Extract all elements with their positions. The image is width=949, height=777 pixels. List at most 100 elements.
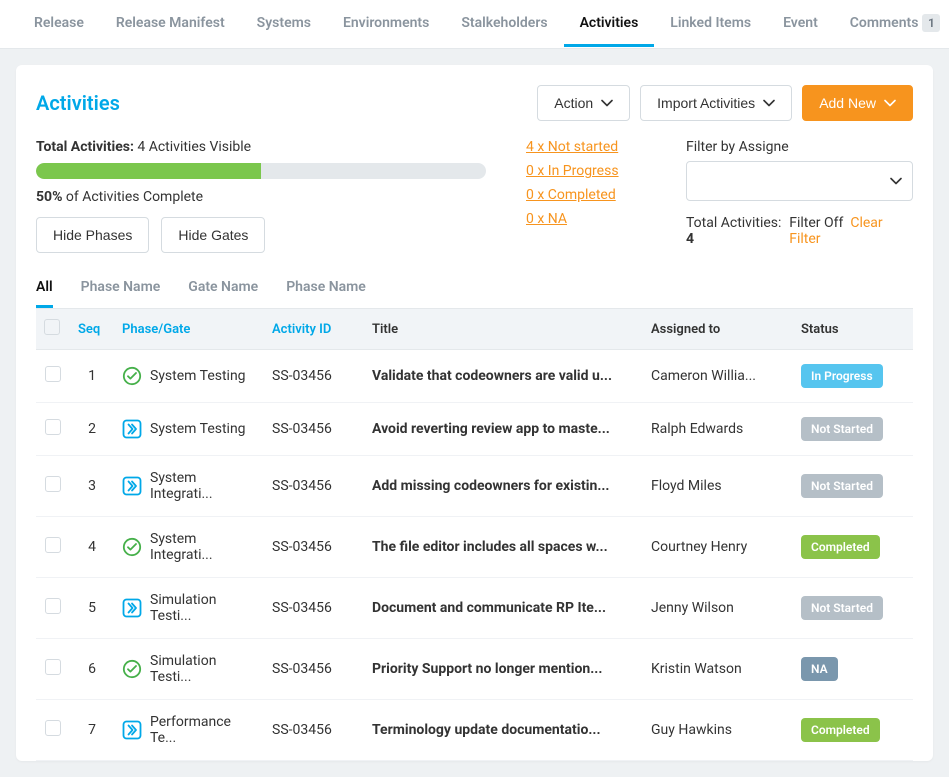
cell-assigned: Jenny Wilson: [643, 578, 793, 639]
check-circle-icon: [122, 366, 142, 386]
cell-activity-id: SS-03456: [264, 578, 364, 639]
table-row[interactable]: 1System TestingSS-03456Validate that cod…: [36, 350, 913, 403]
cell-seq: 7: [70, 700, 114, 761]
select-all-checkbox[interactable]: [44, 319, 60, 335]
status-badge: In Progress: [801, 364, 883, 388]
chevron-down-icon: [601, 99, 613, 107]
tab-event[interactable]: Event: [767, 1, 834, 47]
activities-table: Seq Phase/Gate Activity ID Title Assigne…: [36, 309, 913, 761]
cell-seq: 5: [70, 578, 114, 639]
status-badge: Not Started: [801, 474, 883, 498]
cell-assigned: Cameron Willia...: [643, 350, 793, 403]
status-filter-link[interactable]: 0 x Completed: [526, 187, 646, 203]
total-activities-line: Total Activities: 4 Activities Visible: [36, 139, 486, 155]
assignee-filter-select[interactable]: [686, 161, 913, 201]
header-status[interactable]: Status: [793, 309, 913, 350]
panel-title: Activities: [36, 91, 120, 115]
filter-bottom: Total Activities: 4 Filter Off Clear Fil…: [686, 215, 913, 247]
row-checkbox[interactable]: [45, 659, 61, 675]
header-seq[interactable]: Seq: [70, 309, 114, 350]
row-checkbox[interactable]: [45, 419, 61, 435]
phase-label: Performance Te...: [150, 714, 256, 746]
filter-off-label: Filter Off: [789, 215, 843, 231]
row-checkbox[interactable]: [45, 366, 61, 382]
cell-title[interactable]: Priority Support no longer mention...: [364, 639, 643, 700]
chevron-down-icon: [890, 177, 902, 185]
cell-assigned: Kristin Watson: [643, 639, 793, 700]
cell-title[interactable]: Avoid reverting review app to maste...: [364, 403, 643, 456]
cell-assigned: Ralph Edwards: [643, 403, 793, 456]
tab-comments[interactable]: Comments1: [834, 0, 949, 48]
cell-title[interactable]: Document and communicate RP Ite...: [364, 578, 643, 639]
row-checkbox[interactable]: [45, 598, 61, 614]
header-assigned[interactable]: Assigned to: [643, 309, 793, 350]
add-new-button[interactable]: Add New: [802, 85, 913, 121]
phase-label: System Testing: [150, 368, 246, 384]
hide-phases-button[interactable]: Hide Phases: [36, 217, 149, 253]
complete-rest: of Activities Complete: [62, 189, 203, 205]
cell-title[interactable]: Add missing codeowners for existin...: [364, 456, 643, 517]
cell-assigned: Floyd Miles: [643, 456, 793, 517]
header-checkbox-col: [36, 309, 70, 350]
cell-status: Not Started: [793, 578, 913, 639]
panel-header: Activities Action Import Activities Add …: [36, 85, 913, 121]
table-row[interactable]: 4System Integrati...SS-03456The file edi…: [36, 517, 913, 578]
tab-linked-items[interactable]: Linked Items: [654, 1, 767, 47]
chevron-down-icon: [884, 99, 896, 107]
cell-phase: Performance Te...: [114, 700, 264, 761]
cell-status: Completed: [793, 700, 913, 761]
activities-panel: Activities Action Import Activities Add …: [16, 65, 933, 761]
header-title[interactable]: Title: [364, 309, 643, 350]
cell-title[interactable]: The file editor includes all spaces w...: [364, 517, 643, 578]
summary-left: Total Activities: 4 Activities Visible 5…: [36, 139, 486, 253]
tab-release-manifest[interactable]: Release Manifest: [100, 1, 241, 47]
tab-environments[interactable]: Environments: [327, 1, 445, 47]
cell-title[interactable]: Terminology update documentatio...: [364, 700, 643, 761]
status-badge: Not Started: [801, 596, 883, 620]
table-row[interactable]: 5Simulation Testi...SS-03456Document and…: [36, 578, 913, 639]
cell-seq: 3: [70, 456, 114, 517]
subtabs: All Phase Name Gate Name Phase Name: [36, 269, 913, 309]
tab-systems[interactable]: Systems: [241, 1, 327, 47]
tab-activities[interactable]: Activities: [564, 1, 655, 47]
row-checkbox[interactable]: [45, 476, 61, 492]
subtab-phase-name[interactable]: Phase Name: [81, 269, 161, 308]
import-activities-dropdown[interactable]: Import Activities: [640, 85, 792, 121]
hide-gates-button[interactable]: Hide Gates: [161, 217, 265, 253]
status-badge: NA: [801, 657, 838, 681]
cell-title[interactable]: Validate that codeowners are valid u...: [364, 350, 643, 403]
table-row[interactable]: 7 Performance Te...SS-03456Terminology up…: [36, 700, 913, 761]
status-filter-link[interactable]: 0 x In Progress: [526, 163, 646, 179]
row-checkbox[interactable]: [45, 537, 61, 553]
header-phase[interactable]: Phase/Gate: [114, 309, 264, 350]
status-filter-link[interactable]: 0 x NA: [526, 211, 646, 227]
check-circle-icon: [122, 659, 142, 679]
subtab-all[interactable]: All: [36, 269, 53, 308]
cell-activity-id: SS-03456: [264, 700, 364, 761]
cell-status: Completed: [793, 517, 913, 578]
table-row[interactable]: 2System TestingSS-03456Avoid reverting r…: [36, 403, 913, 456]
action-dropdown[interactable]: Action: [537, 85, 630, 121]
tab-stalkeholders[interactable]: Stalkeholders: [445, 1, 563, 47]
header-activity-id[interactable]: Activity ID: [264, 309, 364, 350]
table-row[interactable]: 3System Integrati...SS-03456Add missing …: [36, 456, 913, 517]
add-new-label: Add New: [819, 95, 876, 111]
gate-arrow-icon: [122, 598, 142, 618]
gate-arrow-icon: [122, 476, 142, 496]
status-badge: Not Started: [801, 417, 883, 441]
phase-label: Simulation Testi...: [150, 653, 256, 685]
cell-status: Not Started: [793, 456, 913, 517]
subtab-gate-name[interactable]: Gate Name: [188, 269, 258, 308]
table-header: Seq Phase/Gate Activity ID Title Assigne…: [36, 309, 913, 350]
total-activities-footer: Total Activities: 4: [686, 215, 789, 247]
cell-seq: 6: [70, 639, 114, 700]
total-value: 4 Activities Visible: [137, 139, 251, 155]
table-row[interactable]: 6Simulation Testi...SS-03456Priority Sup…: [36, 639, 913, 700]
row-checkbox[interactable]: [45, 720, 61, 736]
subtab-phase-name[interactable]: Phase Name: [286, 269, 366, 308]
phase-label: System Integrati...: [150, 531, 256, 563]
status-filter-link[interactable]: 4 x Not started: [526, 139, 646, 155]
top-nav: ReleaseRelease ManifestSystemsEnvironmen…: [0, 0, 949, 49]
toggle-row: Hide Phases Hide Gates: [36, 217, 486, 253]
tab-release[interactable]: Release: [18, 1, 100, 47]
